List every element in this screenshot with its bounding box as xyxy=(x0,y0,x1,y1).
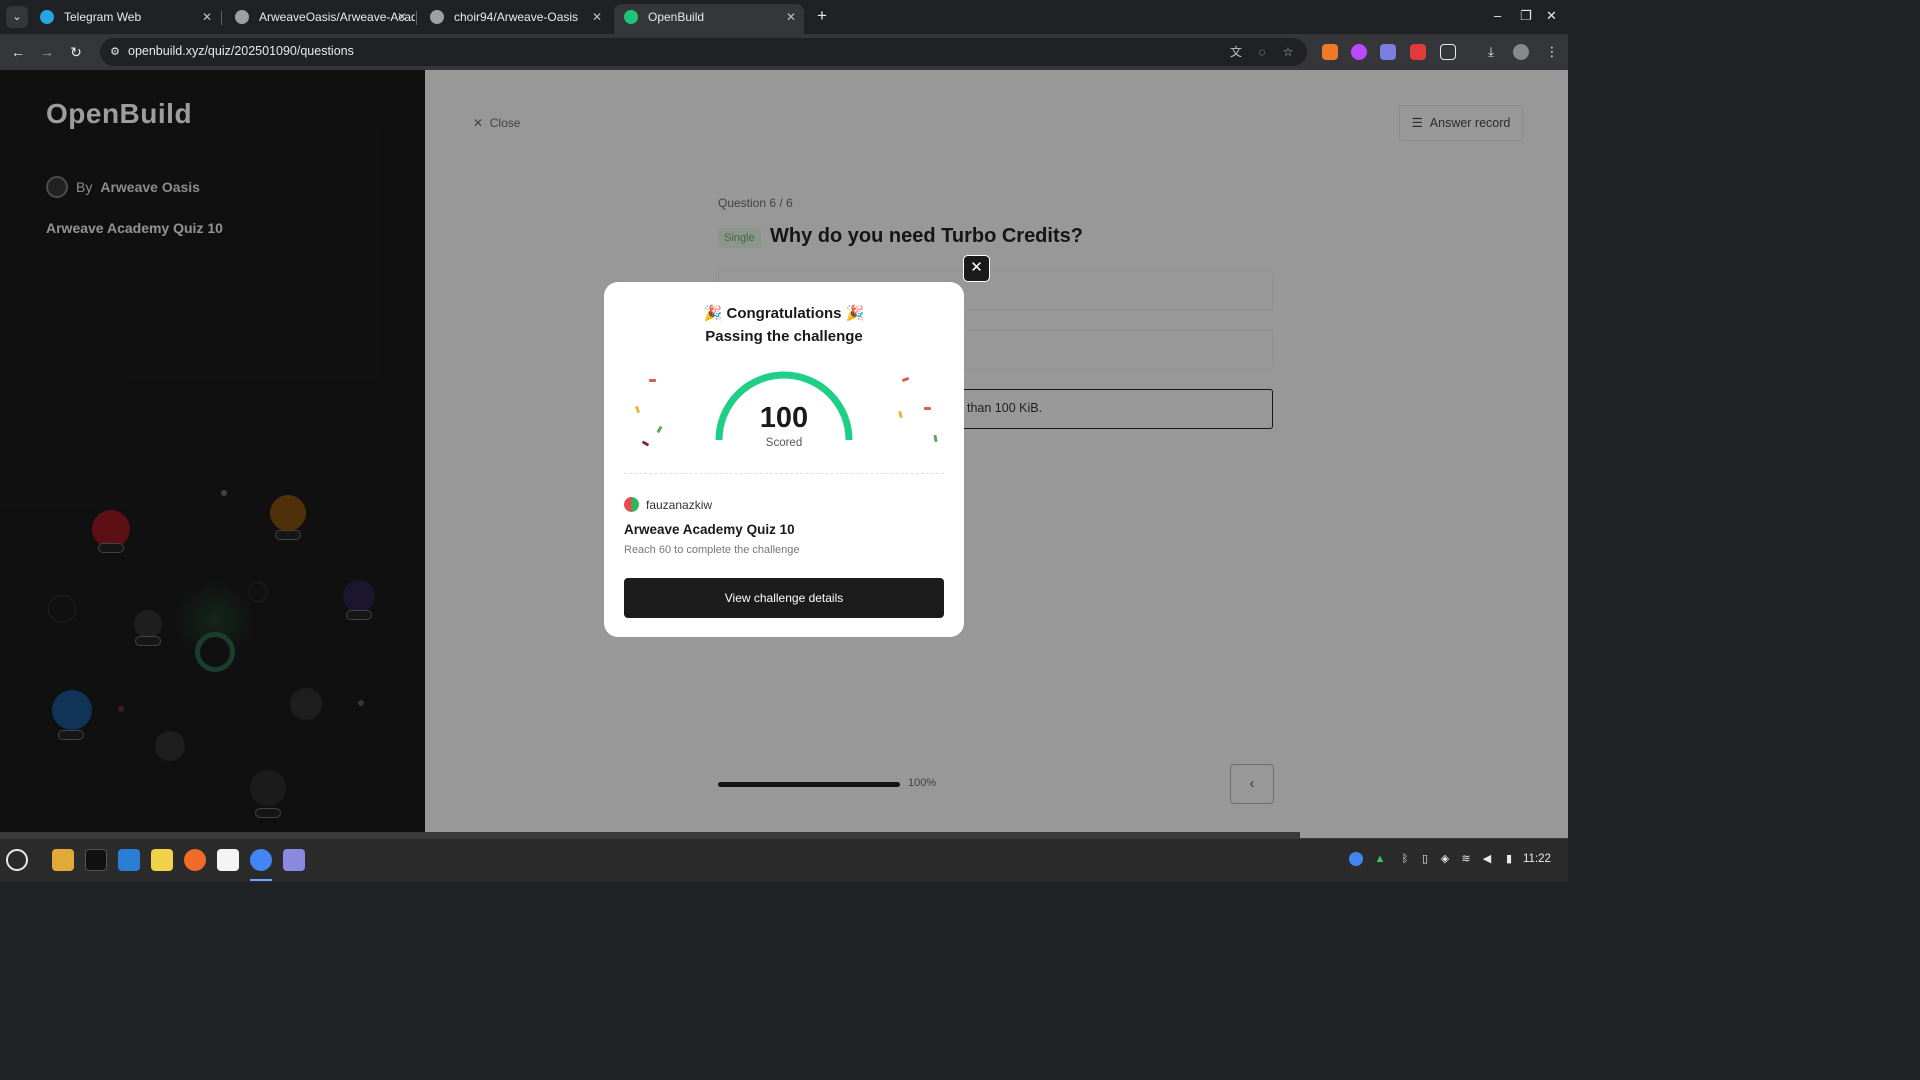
app-icon[interactable] xyxy=(217,849,239,871)
profile-avatar[interactable] xyxy=(1513,44,1529,60)
confetti-piece xyxy=(649,379,656,382)
forward-icon[interactable]: → xyxy=(37,42,57,62)
tab-title: Telegram Web xyxy=(64,10,142,24)
site-info-icon[interactable]: ⚙ xyxy=(108,45,122,59)
minimize-icon[interactable]: – xyxy=(1494,8,1501,23)
back-icon[interactable]: ← xyxy=(8,42,28,62)
browser-tab-strip: ⌄ Telegram Web ✕ ArweaveOasis/Arweave-Ac… xyxy=(0,0,1568,34)
clock[interactable]: 11:22 xyxy=(1523,853,1551,865)
tab-github-arweave-academy[interactable]: ArweaveOasis/Arweave-Acad ✕ xyxy=(225,4,415,34)
tab-search-button[interactable]: ⌄ xyxy=(6,6,28,28)
bookmark-star-icon[interactable]: ☆ xyxy=(1280,44,1296,60)
app-icon[interactable] xyxy=(184,849,206,871)
file-manager-icon[interactable] xyxy=(52,849,74,871)
confetti-piece xyxy=(924,407,931,410)
menu-kebab-icon[interactable]: ⋮ xyxy=(1544,44,1560,60)
tab-openbuild[interactable]: OpenBuild ✕ xyxy=(614,4,804,34)
score-label: Scored xyxy=(765,437,803,449)
modal-close-button[interactable]: ✕ xyxy=(963,255,990,282)
tab-telegram[interactable]: Telegram Web ✕ xyxy=(30,4,220,34)
tab-title: OpenBuild xyxy=(648,10,705,24)
extensions-puzzle-icon[interactable] xyxy=(1440,44,1456,60)
tab-separator xyxy=(221,11,222,25)
tab-separator xyxy=(416,11,417,25)
translate-icon[interactable]: 文 xyxy=(1228,44,1244,60)
challenge-requirement: Reach 60 to complete the challenge xyxy=(624,544,800,556)
reload-icon[interactable]: ↻ xyxy=(66,42,86,62)
github-icon xyxy=(430,10,444,24)
extension-icon[interactable] xyxy=(1410,44,1426,60)
challenge-title: Arweave Academy Quiz 10 xyxy=(624,522,795,537)
os-taskbar: ▲ ᛒ ▯ ◈ ≋ ◀ ▮ 11:22 xyxy=(0,838,1568,882)
bluetooth-icon[interactable]: ᛒ xyxy=(1398,852,1412,866)
volume-icon[interactable]: ◀ xyxy=(1480,852,1494,866)
page-content: OpenBuild By Arweave Oasis Arweave Acade… xyxy=(0,70,1568,838)
congratulations-modal: 🎉 Congratulations 🎉 Passing the challeng… xyxy=(604,282,964,637)
username: fauzanazkiw xyxy=(646,497,713,512)
tab-title: ArweaveOasis/Arweave-Acad xyxy=(259,10,415,24)
shield-icon[interactable]: ◈ xyxy=(1438,852,1452,866)
close-tab-icon[interactable]: ✕ xyxy=(397,4,407,30)
chrome-tray-icon[interactable] xyxy=(1349,852,1363,866)
close-tab-icon[interactable]: ✕ xyxy=(786,4,796,30)
notes-icon[interactable] xyxy=(151,849,173,871)
new-tab-button[interactable]: + xyxy=(813,6,831,26)
terminal-icon[interactable] xyxy=(85,849,107,871)
system-monitor-icon[interactable]: ▲ xyxy=(1373,852,1387,866)
text-editor-icon[interactable] xyxy=(283,849,305,871)
modal-heading: 🎉 Congratulations 🎉 xyxy=(703,305,865,322)
confetti-piece xyxy=(933,434,938,443)
battery-icon[interactable]: ▮ xyxy=(1502,852,1516,866)
restore-icon[interactable]: ❐ xyxy=(1520,8,1532,24)
start-menu-icon[interactable] xyxy=(6,849,28,871)
window-close-icon[interactable]: ✕ xyxy=(1546,8,1557,24)
openbuild-favicon-icon xyxy=(624,10,638,24)
tab-github-arweave-oasis[interactable]: choir94/Arweave-Oasis ✕ xyxy=(420,4,610,34)
extension-icon[interactable] xyxy=(1380,44,1396,60)
url-text[interactable]: openbuild.xyz/quiz/202501090/questions xyxy=(128,44,354,58)
chrome-icon[interactable] xyxy=(250,849,272,871)
confetti-piece xyxy=(901,376,910,383)
modal-subheading: Passing the challenge xyxy=(705,328,863,345)
address-bar[interactable]: ⚙ openbuild.xyz/quiz/202501090/questions… xyxy=(100,38,1307,66)
download-icon[interactable]: ⤓ xyxy=(1483,44,1499,60)
metamask-extension-icon[interactable] xyxy=(1322,44,1338,60)
wifi-icon[interactable]: ≋ xyxy=(1459,852,1473,866)
user-avatar xyxy=(624,497,639,512)
close-tab-icon[interactable]: ✕ xyxy=(592,4,602,30)
extension-icon[interactable] xyxy=(1351,44,1367,60)
browser-toolbar: ← → ↻ ⚙ openbuild.xyz/quiz/202501090/que… xyxy=(0,34,1568,70)
eye-off-icon[interactable]: ◌ xyxy=(1254,44,1270,60)
vscode-icon[interactable] xyxy=(118,849,140,871)
view-challenge-details-button[interactable]: View challenge details xyxy=(624,578,944,618)
close-tab-icon[interactable]: ✕ xyxy=(202,4,212,30)
clipboard-icon[interactable]: ▯ xyxy=(1418,852,1432,866)
modal-divider xyxy=(624,473,944,474)
tab-title: choir94/Arweave-Oasis xyxy=(454,10,579,24)
user-info: fauzanazkiw xyxy=(624,497,712,512)
active-app-indicator xyxy=(250,879,272,881)
github-icon xyxy=(235,10,249,24)
telegram-icon xyxy=(40,10,54,24)
